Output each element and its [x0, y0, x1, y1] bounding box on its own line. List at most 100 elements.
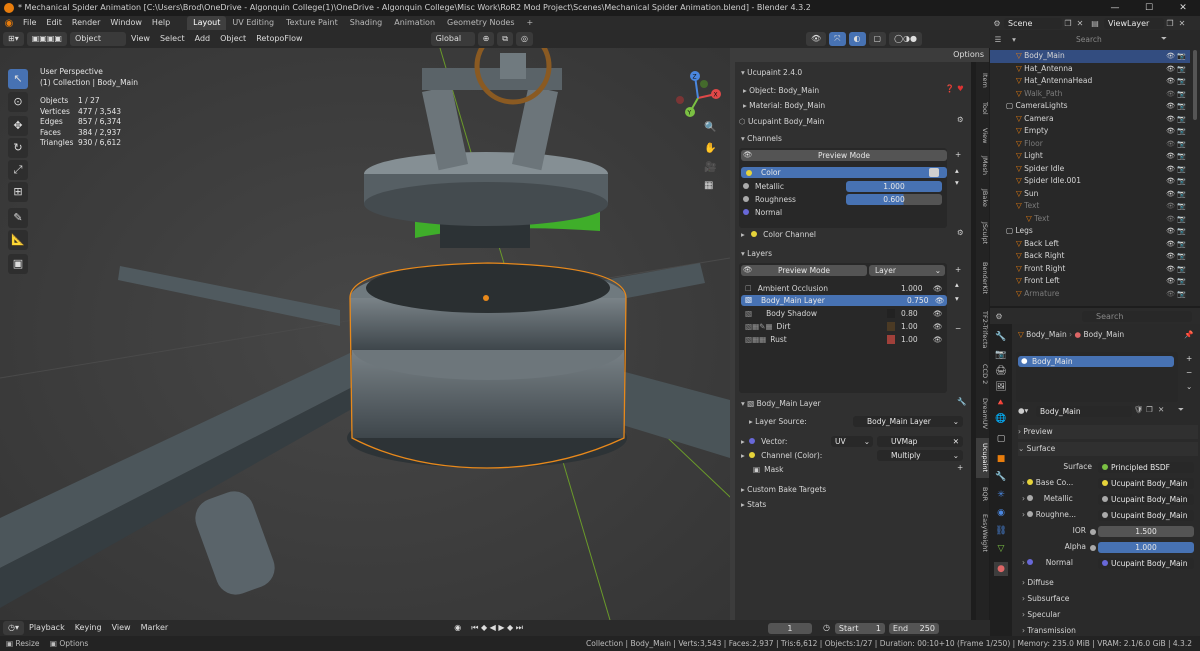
- start-frame-field[interactable]: Start 1: [834, 622, 885, 634]
- current-frame-field[interactable]: 1: [767, 622, 812, 634]
- filter-icon[interactable]: ▾: [1006, 35, 1022, 44]
- outliner-item[interactable]: ▽ Empty 👁 📷: [990, 125, 1190, 138]
- collection-tab-icon[interactable]: ▢: [994, 432, 1008, 446]
- visibility-toggle-icon[interactable]: 👁 📷: [1166, 125, 1186, 138]
- measure-tool-icon[interactable]: 📐: [8, 230, 28, 250]
- layer-color-swatch[interactable]: [887, 309, 895, 318]
- uvmap-selector[interactable]: UVMap ✕: [877, 436, 963, 447]
- surface-panel-header[interactable]: ⌄ Surface: [1018, 442, 1198, 456]
- ortho-toggle-icon[interactable]: ▦: [704, 180, 713, 191]
- snap-icon[interactable]: ⧉: [497, 32, 513, 46]
- new-scene-icon[interactable]: ❐: [1062, 19, 1074, 28]
- object-tab-icon[interactable]: ■: [994, 452, 1008, 466]
- base-color-link-field[interactable]: Ucupaint Body_Main: [1098, 478, 1194, 489]
- layer-source-dropdown[interactable]: Body_Main Layer ⌄: [853, 416, 963, 427]
- visibility-toggle-icon[interactable]: 👁 📷: [1166, 50, 1186, 63]
- wrench-icon[interactable]: 🔧: [957, 397, 966, 406]
- outliner-editor-icon[interactable]: ☰: [990, 35, 1006, 44]
- select-tool-icon[interactable]: ↖: [8, 69, 28, 89]
- end-frame-field[interactable]: End 250: [888, 622, 939, 634]
- subsurface-subpanel[interactable]: › Subsurface: [1022, 592, 1069, 606]
- menu-render[interactable]: Render: [67, 16, 105, 30]
- auto-keying-icon[interactable]: ◉: [449, 621, 466, 635]
- cursor-tool-icon[interactable]: ⊙: [8, 92, 28, 112]
- custom-bake-targets-row[interactable]: ▸ Custom Bake Targets: [741, 483, 826, 496]
- outliner-item[interactable]: ▽ Floor 👁 📷: [990, 138, 1190, 151]
- visibility-toggle-icon[interactable]: 👁 📷: [1166, 238, 1186, 251]
- color-channel-row[interactable]: ▸ Color Channel: [741, 228, 816, 241]
- tab-jbake[interactable]: JBake: [976, 184, 989, 212]
- layer-move-up-icon[interactable]: ▴: [955, 280, 959, 289]
- channel-item-color[interactable]: Color: [741, 167, 947, 178]
- visibility-toggle-icon[interactable]: 👁 📷: [1166, 150, 1186, 163]
- tab-easyweight[interactable]: EasyWeight: [976, 510, 989, 556]
- menu-file[interactable]: File: [18, 16, 41, 30]
- tab-jmesh[interactable]: JMesh: [976, 152, 989, 180]
- visibility-toggle-icon[interactable]: 👁 📷: [1166, 225, 1186, 238]
- outliner-item[interactable]: ▽ Front Right 👁 📷: [990, 263, 1190, 276]
- transform-orientation-dropdown[interactable]: Global: [430, 32, 475, 46]
- tab-tf2-trifecta[interactable]: TF2-Trifecta: [976, 306, 989, 354]
- move-up-icon[interactable]: ▴: [955, 166, 959, 175]
- layer-opacity[interactable]: 0.80: [901, 307, 918, 320]
- workspace-tab-animation[interactable]: Animation: [388, 16, 441, 30]
- roughness-link-field[interactable]: Ucupaint Body_Main: [1098, 510, 1194, 521]
- outliner-scrollbar[interactable]: [1193, 50, 1197, 120]
- menu-playback[interactable]: Playback: [24, 621, 70, 635]
- unlink-material-icon[interactable]: ✕: [1158, 405, 1164, 414]
- outliner-item[interactable]: ▽ Back Left 👁 📷: [990, 238, 1190, 251]
- particles-tab-icon[interactable]: ✳: [994, 488, 1008, 502]
- options-dropdown[interactable]: Options: [948, 48, 989, 62]
- add-slot-icon[interactable]: +: [1186, 354, 1192, 363]
- outliner-item[interactable]: ▽ Light 👁 📷: [990, 150, 1190, 163]
- tab-ccd2[interactable]: CCD 2: [976, 360, 989, 388]
- outliner-item[interactable]: ▽ Camera 👁 📷: [990, 113, 1190, 126]
- rotate-tool-icon[interactable]: ↻: [8, 138, 28, 158]
- eye-icon[interactable]: 👁: [935, 295, 945, 306]
- overlay-toggle-icon[interactable]: ◐: [848, 32, 866, 46]
- visibility-toggle-icon[interactable]: 👁 📷: [1166, 88, 1186, 101]
- eye-icon[interactable]: 👁: [933, 307, 943, 320]
- material-slot-item[interactable]: Body_Main: [1018, 356, 1174, 367]
- ior-value-field[interactable]: 1.500: [1098, 526, 1194, 537]
- workspace-tab-layout[interactable]: Layout: [187, 16, 227, 30]
- outliner-search-input[interactable]: Search: [1062, 33, 1150, 45]
- outliner-item[interactable]: ▽ Hat_AntennaHead 👁 📷: [990, 75, 1190, 88]
- eye-icon[interactable]: 👁: [933, 333, 943, 346]
- menu-view-timeline[interactable]: View: [107, 621, 136, 635]
- timeline-editor-icon[interactable]: ◷▾: [3, 621, 24, 635]
- remove-slot-icon[interactable]: −: [1186, 368, 1192, 377]
- alpha-value-field[interactable]: 1.000: [1098, 542, 1194, 553]
- material-name-field[interactable]: Body_Main: [1036, 406, 1132, 417]
- playback-controls[interactable]: ⏮ ◆ ◀ ▶ ◆ ⏭: [466, 621, 528, 635]
- tab-jsculpt[interactable]: JSculpt: [976, 216, 989, 250]
- outliner-item[interactable]: ▽ Front Left 👁 📷: [990, 275, 1190, 288]
- add-layer-icon[interactable]: +: [955, 265, 961, 274]
- eye-icon[interactable]: 👁: [743, 265, 753, 274]
- visibility-toggle-icon[interactable]: 👁 📷: [1166, 100, 1186, 113]
- add-workspace-icon[interactable]: +: [521, 16, 540, 30]
- remove-layer-icon[interactable]: −: [955, 324, 961, 333]
- menu-add[interactable]: Add: [190, 32, 216, 46]
- tab-benderkit[interactable]: BenderKit: [976, 256, 989, 300]
- eye-icon[interactable]: 👁: [933, 320, 943, 333]
- world-tab-icon[interactable]: 🌐: [994, 412, 1008, 426]
- specular-subpanel[interactable]: › Specular: [1022, 608, 1060, 622]
- render-tab-icon[interactable]: 📷: [994, 348, 1008, 362]
- layer-type-dropdown[interactable]: Layer ⌄: [869, 265, 945, 276]
- layer-item-body-main[interactable]: Body_Main Layer 0.750 👁: [741, 295, 947, 306]
- menu-select[interactable]: Select: [155, 32, 190, 46]
- visibility-toggle-icon[interactable]: 👁 📷: [1166, 163, 1186, 176]
- diffuse-subpanel[interactable]: › Diffuse: [1022, 576, 1054, 590]
- material-tab-icon[interactable]: ●: [994, 562, 1008, 576]
- visibility-toggle-icon[interactable]: 👁 📷: [1166, 263, 1186, 276]
- layer-toggle-icon[interactable]: ☐: [745, 284, 752, 293]
- menu-retopoflow[interactable]: RetopoFlow: [251, 32, 307, 46]
- channels-header[interactable]: ▾ Channels: [741, 132, 782, 145]
- menu-window[interactable]: Window: [105, 16, 147, 30]
- layer-color-swatch[interactable]: [887, 335, 895, 344]
- tab-tool[interactable]: Tool: [976, 96, 989, 120]
- visibility-toggle-icon[interactable]: 👁 📷: [1166, 113, 1186, 126]
- menu-edit[interactable]: Edit: [41, 16, 67, 30]
- maximize-button[interactable]: ☐: [1132, 0, 1166, 16]
